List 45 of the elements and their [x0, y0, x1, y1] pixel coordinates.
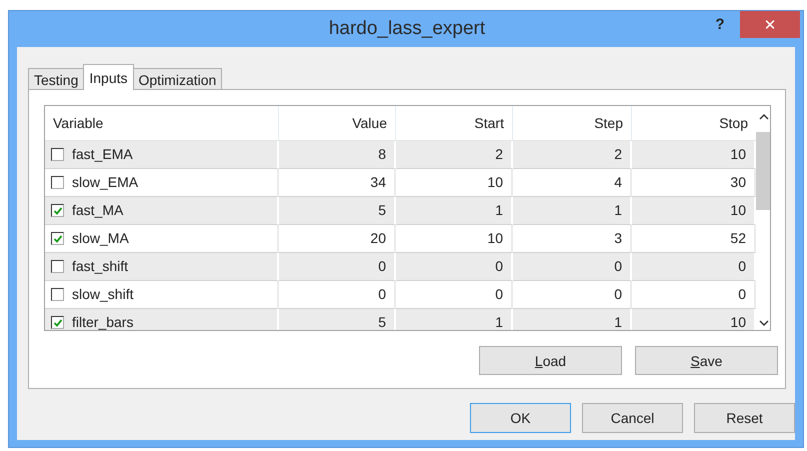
table-cell: 2 — [513, 141, 632, 169]
table-cell: 1 — [513, 197, 632, 225]
column-header: Stop — [718, 114, 749, 133]
dialog-button[interactable]: Reset — [694, 403, 795, 433]
checkbox[interactable] — [51, 204, 64, 217]
scroll-up-icon[interactable] — [758, 114, 768, 120]
variable-name: fast_EMA — [72, 145, 133, 164]
table-cell: 1 — [396, 197, 513, 225]
table-cell: 0 — [513, 253, 632, 281]
tab[interactable]: Testing — [28, 68, 84, 90]
checkbox[interactable] — [51, 316, 64, 329]
variable-name: slow_EMA — [72, 173, 138, 192]
dialog-button[interactable]: Cancel — [582, 403, 683, 433]
variable-name: fast_shift — [72, 257, 128, 276]
table-cell: 5 — [279, 197, 396, 225]
tab[interactable]: Inputs — [83, 64, 134, 90]
table-cell: 1 — [513, 309, 632, 330]
checkbox[interactable] — [51, 288, 64, 301]
table-cell: 0 — [279, 253, 396, 281]
variable-name: slow_MA — [72, 229, 129, 248]
panel-button[interactable]: Save — [635, 346, 778, 375]
checkbox[interactable] — [51, 232, 64, 245]
table-cell: 1 — [396, 309, 513, 330]
scroll-down-icon[interactable] — [758, 320, 768, 326]
variable-name: filter_bars — [72, 313, 134, 330]
checkbox[interactable] — [51, 148, 64, 161]
scroll-thumb[interactable] — [756, 132, 770, 210]
variable-name: fast_MA — [72, 201, 124, 220]
tab[interactable]: Optimization — [132, 68, 222, 90]
table-cell: 8 — [279, 141, 396, 169]
column-header: Start — [396, 106, 513, 140]
checkbox[interactable] — [51, 260, 64, 273]
table-cell: 0 — [396, 253, 513, 281]
column-header: Variable — [45, 106, 279, 140]
dialog-button[interactable]: OK — [470, 403, 571, 433]
column-header: Step — [513, 106, 632, 140]
close-button[interactable]: ✕ — [740, 11, 800, 38]
window-title: hardo_lass_expert — [328, 17, 486, 41]
table-cell: 2 — [396, 141, 513, 169]
column-header: Value — [279, 106, 396, 140]
variable-name: slow_shift — [72, 285, 134, 304]
panel-button[interactable]: Load — [479, 346, 622, 375]
help-button[interactable]: ? — [705, 11, 735, 37]
checkbox[interactable] — [51, 176, 64, 189]
table-cell: 5 — [279, 309, 396, 330]
